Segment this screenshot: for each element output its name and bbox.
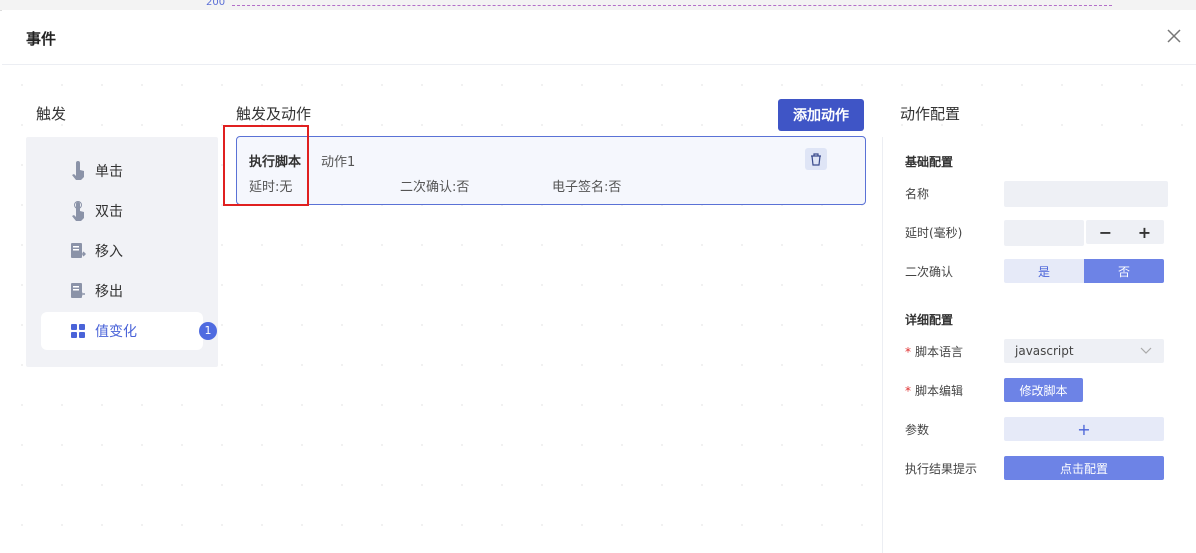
move-in-icon bbox=[67, 240, 89, 262]
stepper-minus-button[interactable]: − bbox=[1099, 223, 1112, 242]
trigger-item-label: 值变化 bbox=[95, 324, 137, 340]
select-value: javascript bbox=[1015, 344, 1074, 358]
action-delay: 延时:无 bbox=[249, 180, 293, 195]
required-mark: * bbox=[905, 345, 911, 359]
script-language-label-text: 脚本语言 bbox=[915, 345, 964, 359]
event-dialog: 事件 触发 触发及动作 动作配置 单击 双击 移入 移出 值变化 1 添加动作 … bbox=[2, 10, 1196, 553]
confirm-toggle: 是 否 bbox=[1004, 259, 1164, 283]
trigger-item-label: 双击 bbox=[95, 204, 123, 220]
name-label: 名称 bbox=[905, 187, 930, 201]
delay-label: 延时(毫秒) bbox=[905, 226, 963, 240]
configure-result-button[interactable]: 点击配置 bbox=[1004, 456, 1164, 480]
add-action-button[interactable]: 添加动作 bbox=[778, 99, 864, 131]
double-tap-icon bbox=[67, 200, 89, 222]
delete-icon[interactable] bbox=[805, 148, 827, 170]
move-out-icon bbox=[67, 280, 89, 302]
trigger-item-click[interactable]: 单击 bbox=[41, 152, 203, 190]
stepper-plus-button[interactable]: + bbox=[1138, 223, 1151, 242]
dialog-header: 事件 bbox=[2, 10, 1196, 65]
section-title-trigger-actions: 触发及动作 bbox=[236, 105, 312, 123]
confirm-yes-option[interactable]: 是 bbox=[1004, 259, 1084, 283]
detail-config-title: 详细配置 bbox=[905, 313, 954, 327]
script-language-label: * 脚本语言 bbox=[905, 343, 963, 360]
section-title-trigger: 触发 bbox=[36, 105, 67, 123]
confirm-label: 二次确认 bbox=[905, 265, 954, 279]
params-label: 参数 bbox=[905, 423, 930, 437]
trigger-item-move-in[interactable]: 移入 bbox=[41, 232, 203, 270]
trigger-item-move-out[interactable]: 移出 bbox=[41, 272, 203, 310]
action-card[interactable]: 执行脚本 动作1 延时:无 二次确认:否 电子签名:否 bbox=[236, 136, 866, 205]
add-param-button[interactable]: + bbox=[1004, 417, 1164, 441]
count-badge: 1 bbox=[199, 322, 217, 340]
trigger-item-label: 移出 bbox=[95, 284, 123, 300]
backdrop-dashed-line bbox=[232, 5, 1112, 6]
trigger-item-label: 单击 bbox=[95, 164, 123, 180]
chevron-down-icon bbox=[1140, 344, 1152, 359]
trigger-item-double-click[interactable]: 双击 bbox=[41, 192, 203, 230]
confirm-no-option[interactable]: 否 bbox=[1084, 259, 1164, 283]
grid-icon bbox=[67, 320, 89, 342]
backdrop-axis-number: 200 bbox=[206, 0, 226, 8]
script-language-select[interactable]: javascript bbox=[1004, 339, 1164, 363]
basic-config-title: 基础配置 bbox=[905, 155, 954, 169]
trigger-item-value-change[interactable]: 值变化 1 bbox=[41, 312, 217, 350]
action-name: 动作1 bbox=[321, 155, 356, 170]
trigger-item-label: 移入 bbox=[95, 244, 123, 260]
required-mark: * bbox=[905, 384, 911, 398]
script-edit-label: * 脚本编辑 bbox=[905, 382, 963, 399]
dialog-title: 事件 bbox=[26, 30, 57, 48]
edit-script-button[interactable]: 修改脚本 bbox=[1004, 378, 1083, 402]
result-tip-label: 执行结果提示 bbox=[905, 462, 978, 476]
tap-icon bbox=[67, 160, 89, 182]
section-title-action-config: 动作配置 bbox=[900, 105, 961, 123]
script-edit-label-text: 脚本编辑 bbox=[915, 384, 964, 398]
delay-field[interactable] bbox=[1004, 220, 1084, 246]
trigger-list: 单击 双击 移入 移出 值变化 1 bbox=[26, 137, 218, 367]
name-field[interactable] bbox=[1004, 181, 1168, 207]
action-confirm: 二次确认:否 bbox=[400, 180, 470, 195]
action-config-panel: 基础配置 名称 延时(毫秒) − + 二次确认 是 否 详细配置 * 脚本语言 j… bbox=[882, 137, 1196, 553]
action-signature: 电子签名:否 bbox=[552, 180, 622, 195]
action-type: 执行脚本 bbox=[249, 155, 302, 170]
close-icon[interactable] bbox=[1165, 27, 1183, 45]
delay-stepper: − + bbox=[1086, 220, 1164, 244]
